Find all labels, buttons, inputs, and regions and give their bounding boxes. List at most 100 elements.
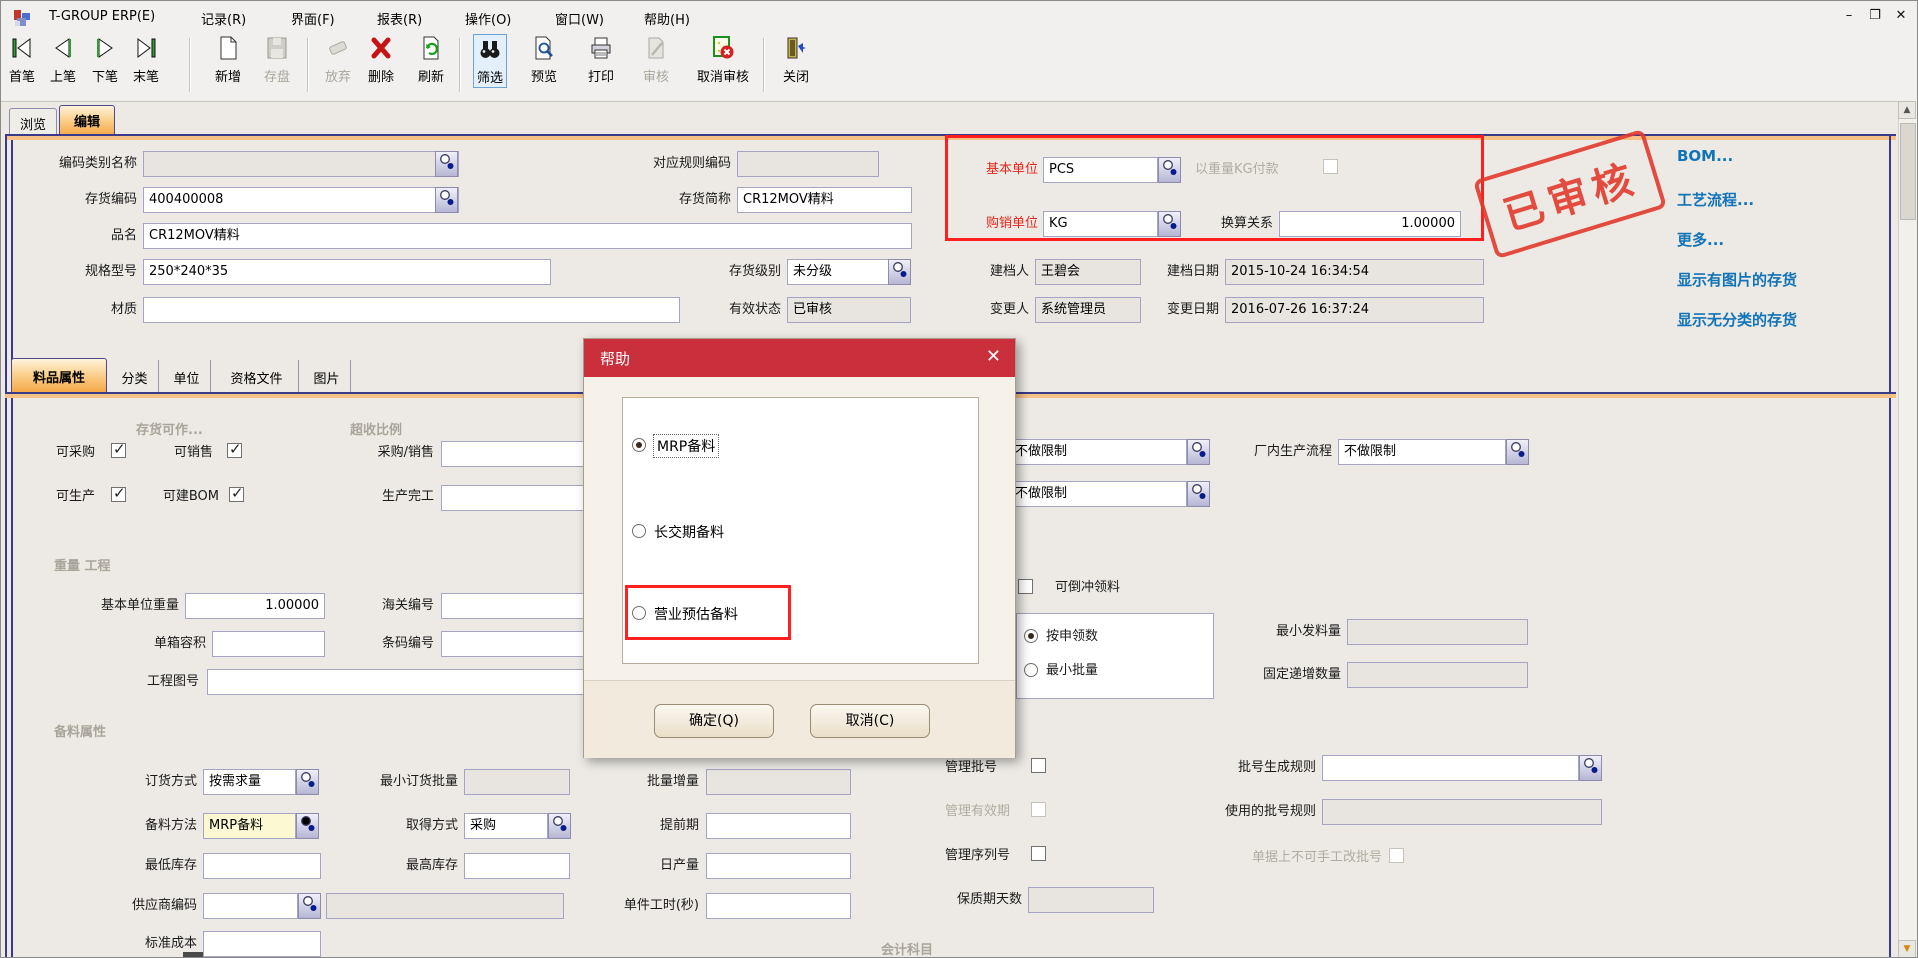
cancel-approve-button[interactable]: 取消审核 — [694, 34, 752, 86]
tab-classification[interactable]: 分类 — [111, 360, 159, 392]
menu-app[interactable]: T-GROUP ERP(E) — [49, 9, 155, 24]
scroll-up-button[interactable]: ▲ — [1898, 101, 1916, 119]
tab-qualification-files[interactable]: 资格文件 — [215, 360, 299, 392]
dialog-close-icon[interactable]: ✕ — [986, 346, 1001, 367]
item-code-lookup-button[interactable] — [435, 187, 458, 213]
base-unit-lookup-button[interactable] — [1158, 157, 1181, 183]
print-button[interactable]: 打印 — [585, 34, 617, 86]
batch-rule-lookup-button[interactable] — [1579, 755, 1602, 781]
purchasable-checkbox[interactable] — [111, 443, 126, 458]
restriction-field-1[interactable]: 不做限制 — [1009, 439, 1187, 465]
manage-serial-checkbox[interactable] — [1031, 846, 1046, 861]
filter-button[interactable]: 筛选 — [473, 34, 507, 88]
link-show-items-with-images[interactable]: 显示有图片的存货 — [1677, 269, 1797, 290]
bom-allowed-checkbox[interactable] — [229, 487, 244, 502]
magnifier-icon — [301, 893, 319, 919]
next-record-button[interactable]: 下笔 — [89, 34, 121, 86]
restriction-1-lookup-button[interactable] — [1187, 439, 1210, 465]
restriction-2-lookup-button[interactable] — [1187, 481, 1210, 507]
ok-button[interactable]: 确定(Q) — [654, 704, 774, 738]
min-stock-field[interactable] — [203, 853, 321, 879]
menu-interface[interactable]: 界面(F) — [291, 9, 335, 28]
purchase-unit-lookup-button[interactable] — [1158, 211, 1181, 237]
item-name-field[interactable]: CR12MOV精料 — [143, 223, 912, 249]
item-level-lookup-button[interactable] — [888, 259, 911, 285]
option-mrp-label[interactable]: MRP备料 — [654, 435, 718, 457]
new-button[interactable]: 新增 — [212, 34, 244, 86]
menu-record[interactable]: 记录(R) — [201, 9, 246, 28]
backflush-checkbox[interactable] — [1018, 579, 1033, 594]
refresh-button[interactable]: 刷新 — [415, 34, 447, 86]
purchasable-label: 可采购 — [37, 445, 95, 461]
manage-batch-checkbox[interactable] — [1031, 758, 1046, 773]
last-record-button[interactable]: 末笔 — [130, 34, 162, 86]
last-record-icon — [133, 35, 159, 65]
menu-window[interactable]: 窗口(W) — [555, 9, 604, 28]
link-more[interactable]: 更多... — [1677, 229, 1724, 250]
supplier-code-field[interactable] — [203, 893, 298, 919]
binoculars-icon — [477, 36, 503, 66]
close-form-button[interactable]: 关闭 — [780, 34, 812, 86]
tab-browse[interactable]: 浏览 — [9, 108, 57, 135]
factory-flow-lookup-button[interactable] — [1506, 439, 1529, 465]
code-category-lookup-button[interactable] — [435, 151, 458, 177]
issue-by-request-radio[interactable] — [1024, 629, 1038, 643]
preview-button[interactable]: 预览 — [528, 34, 560, 86]
prev-record-button[interactable]: 上笔 — [47, 34, 79, 86]
max-stock-field[interactable] — [464, 853, 570, 879]
tab-item-attributes[interactable]: 料品属性 — [11, 358, 107, 392]
tab-images[interactable]: 图片 — [303, 360, 351, 392]
link-bom[interactable]: BOM... — [1677, 147, 1733, 165]
material-field[interactable] — [143, 297, 680, 323]
factory-flow-field[interactable]: 不做限制 — [1338, 439, 1506, 465]
tab-units[interactable]: 单位 — [163, 360, 211, 392]
issue-min-batch-radio[interactable] — [1024, 663, 1038, 677]
link-show-unclassified-items[interactable]: 显示无分类的存货 — [1677, 309, 1797, 330]
tab-edit[interactable]: 编辑 — [59, 105, 115, 135]
daily-output-field[interactable] — [706, 853, 851, 879]
batch-rule-field[interactable] — [1322, 755, 1579, 781]
conversion-field[interactable]: 1.00000 — [1279, 211, 1461, 237]
delete-button[interactable]: 删除 — [365, 34, 397, 86]
order-mode-lookup-button[interactable] — [296, 769, 319, 795]
menu-operation[interactable]: 操作(O) — [465, 9, 511, 28]
option-sales-forecast-label[interactable]: 营业预估备料 — [654, 604, 738, 624]
first-record-button[interactable]: 首笔 — [6, 34, 38, 86]
unit-work-time-field[interactable] — [706, 893, 851, 919]
base-unit-weight-field[interactable]: 1.00000 — [185, 593, 325, 619]
restore-button[interactable]: ❐ — [1863, 6, 1887, 26]
acquire-mode-lookup-button[interactable] — [548, 813, 571, 839]
sellable-checkbox[interactable] — [227, 443, 242, 458]
lead-time-field[interactable] — [706, 813, 851, 839]
supplier-code-lookup-button[interactable] — [298, 893, 321, 919]
menu-report[interactable]: 报表(R) — [377, 9, 422, 28]
item-short-name-field[interactable]: CR12MOV精料 — [737, 187, 912, 213]
close-window-button[interactable]: ✕ — [1889, 6, 1913, 26]
approve-doc-icon — [643, 35, 669, 65]
option-sales-forecast-radio[interactable] — [632, 606, 646, 620]
cancel-button[interactable]: 取消(C) — [810, 704, 930, 738]
spec-field[interactable]: 250*240*35 — [143, 259, 551, 285]
scrollbar-thumb[interactable] — [1900, 123, 1916, 220]
menu-help[interactable]: 帮助(H) — [644, 9, 690, 28]
prep-method-lookup-button[interactable] — [296, 813, 319, 839]
discard-button: 放弃 — [322, 34, 354, 86]
option-mrp-radio[interactable] — [632, 438, 646, 452]
order-mode-field[interactable]: 按需求量 — [203, 769, 296, 795]
item-code-field[interactable]: 400400008 — [143, 187, 459, 213]
help-dialog-titlebar[interactable]: 帮助 ✕ — [584, 339, 1015, 377]
producible-checkbox[interactable] — [111, 487, 126, 502]
std-cost-field[interactable] — [203, 931, 321, 957]
minimize-button[interactable]: – — [1837, 6, 1861, 26]
base-unit-field[interactable]: PCS — [1043, 157, 1158, 183]
scroll-down-button[interactable]: ▼ — [1898, 940, 1916, 958]
option-long-cycle-radio[interactable] — [632, 524, 646, 538]
prep-method-field[interactable]: MRP备料 — [203, 813, 296, 839]
vertical-scrollbar[interactable] — [1898, 101, 1917, 958]
restriction-field-2[interactable]: 不做限制 — [1009, 481, 1187, 507]
acquire-mode-field[interactable]: 采购 — [464, 813, 548, 839]
purchase-unit-field[interactable]: KG — [1043, 211, 1158, 237]
option-long-cycle-label[interactable]: 长交期备料 — [654, 522, 724, 542]
link-process-flow[interactable]: 工艺流程... — [1677, 189, 1754, 210]
box-volume-field[interactable] — [212, 631, 325, 657]
